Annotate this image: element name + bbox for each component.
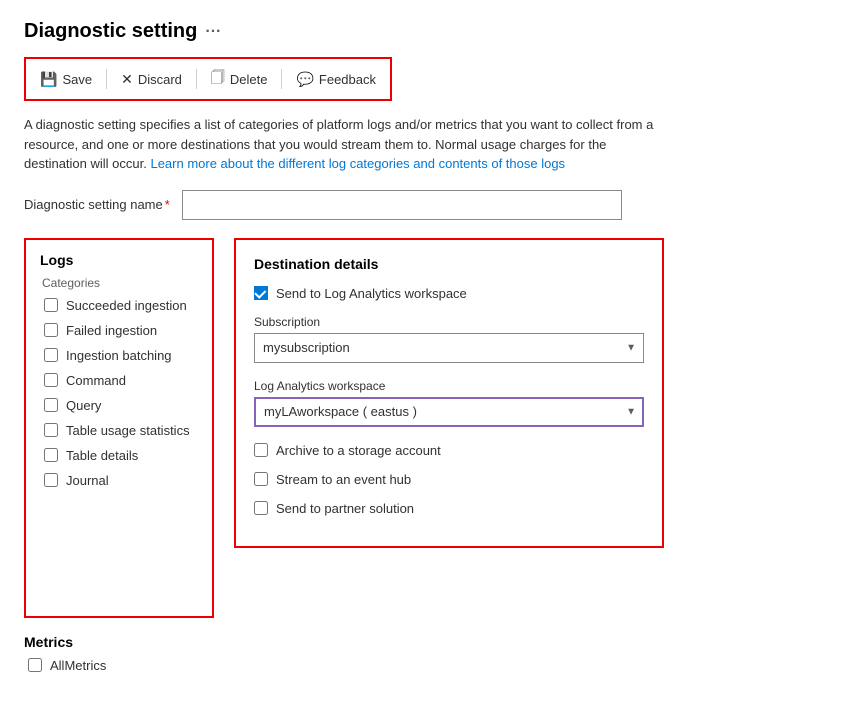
learn-more-link[interactable]: Learn more about the different log categ… [150,156,565,171]
log-category-label-command: Command [66,373,126,388]
log-category-label-table_details: Table details [66,448,138,463]
metrics-title: Metrics [24,634,818,650]
log-category-label-succeeded_ingestion: Succeeded ingestion [66,298,187,313]
page-title-container: Diagnostic setting ··· [24,20,818,43]
toolbar: 💾 Save ✕ Discard 🗍 Delete 💬 Feedback [24,57,392,101]
archive-label: Archive to a storage account [276,443,441,458]
log-category-label-query: Query [66,398,101,413]
destination-panel-title: Destination details [254,256,644,272]
diagnostic-name-input[interactable] [182,190,622,220]
log-category-label-table_usage_statistics: Table usage statistics [66,423,190,438]
log-category-item: Succeeded ingestion [44,298,198,313]
page-title: Diagnostic setting [24,20,197,43]
required-marker: * [165,197,170,212]
subscription-select-wrapper: mysubscription ▼ [254,333,644,363]
logs-checkboxes: Succeeded ingestion Failed ingestion Ing… [40,298,198,488]
log-category-item: Command [44,373,198,388]
log-category-item: Query [44,398,198,413]
toolbar-divider-1 [106,69,107,89]
stream-event-row: Stream to an event hub [254,472,644,487]
name-field-row: Diagnostic setting name* [24,190,818,220]
partner-label: Send to partner solution [276,501,414,516]
feedback-button[interactable]: 💬 Feedback [288,67,384,92]
metrics-section: Metrics AllMetrics [24,634,818,673]
log-category-label-failed_ingestion: Failed ingestion [66,323,157,338]
discard-button[interactable]: ✕ Discard [113,67,190,92]
la-workspace-select[interactable]: myLAworkspace ( eastus ) [254,397,644,427]
allmetrics-row: AllMetrics [28,658,818,673]
delete-button[interactable]: 🗍 Delete [203,63,276,95]
subscription-label: Subscription [254,315,644,329]
subscription-select[interactable]: mysubscription [254,333,644,363]
allmetrics-label: AllMetrics [50,658,106,673]
log-category-item: Failed ingestion [44,323,198,338]
archive-row: Archive to a storage account [254,443,644,458]
log-category-checkbox-query[interactable] [44,398,58,412]
name-field-label: Diagnostic setting name* [24,197,170,212]
subscription-row: Subscription mysubscription ▼ [254,315,644,363]
save-icon: 💾 [40,71,57,88]
log-category-checkbox-failed_ingestion[interactable] [44,323,58,337]
la-workspace-select-wrapper: myLAworkspace ( eastus ) ▼ [254,397,644,427]
log-category-item: Journal [44,473,198,488]
send-la-label: Send to Log Analytics workspace [276,286,467,301]
partner-row: Send to partner solution [254,501,644,516]
feedback-icon: 💬 [296,71,313,88]
logs-panel: Logs Categories Succeeded ingestion Fail… [24,238,214,618]
partner-checkbox[interactable] [254,501,268,515]
send-la-checkbox-checked[interactable] [254,286,268,300]
main-content: Logs Categories Succeeded ingestion Fail… [24,238,818,618]
stream-event-label: Stream to an event hub [276,472,411,487]
ellipsis-menu[interactable]: ··· [205,23,221,41]
la-workspace-label: Log Analytics workspace [254,379,644,393]
log-category-checkbox-command[interactable] [44,373,58,387]
toolbar-divider-2 [196,69,197,89]
log-category-item: Table details [44,448,198,463]
la-workspace-row: Log Analytics workspace myLAworkspace ( … [254,379,644,427]
log-category-checkbox-succeeded_ingestion[interactable] [44,298,58,312]
discard-icon: ✕ [121,71,133,88]
toolbar-divider-3 [281,69,282,89]
send-la-row: Send to Log Analytics workspace [254,286,644,301]
save-button[interactable]: 💾 Save [32,67,100,92]
log-category-label-ingestion_batching: Ingestion batching [66,348,172,363]
stream-event-checkbox[interactable] [254,472,268,486]
logs-panel-title: Logs [40,252,198,268]
logs-categories-label: Categories [42,276,198,290]
log-category-label-journal: Journal [66,473,109,488]
log-category-checkbox-table_details[interactable] [44,448,58,462]
log-category-item: Ingestion batching [44,348,198,363]
log-category-checkbox-journal[interactable] [44,473,58,487]
log-category-item: Table usage statistics [44,423,198,438]
allmetrics-checkbox[interactable] [28,658,42,672]
delete-icon: 🗍 [211,67,225,91]
destination-panel: Destination details Send to Log Analytic… [234,238,664,548]
archive-checkbox[interactable] [254,443,268,457]
description-text: A diagnostic setting specifies a list of… [24,115,664,174]
log-category-checkbox-ingestion_batching[interactable] [44,348,58,362]
log-category-checkbox-table_usage_statistics[interactable] [44,423,58,437]
